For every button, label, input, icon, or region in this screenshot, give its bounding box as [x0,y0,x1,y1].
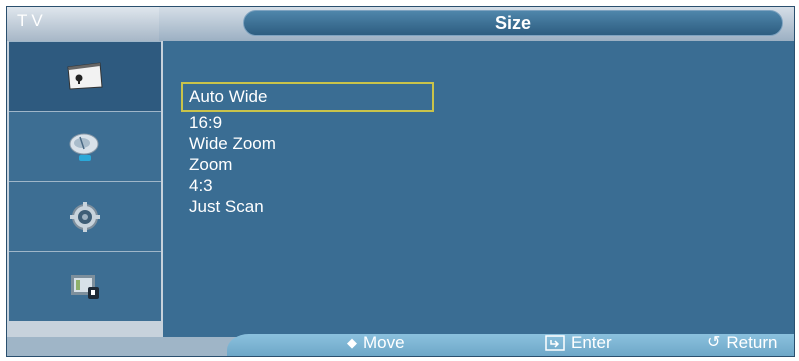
menu-item-16-9[interactable]: 16:9 [183,112,423,133]
picture-icon [67,61,103,90]
return-icon: ↺ [707,334,721,351]
page-title: Size [494,13,532,33]
sidebar-item-setup[interactable] [9,181,161,251]
size-options-list: Auto Wide 16:9 Wide Zoom Zoom 4:3 Just S… [181,82,434,217]
sidebar-item-picture[interactable] [9,41,161,111]
menu-item-4-3[interactable]: 4:3 [183,175,423,196]
setup-gear-icon [70,201,100,232]
sidebar-item-channel[interactable] [9,111,161,181]
sidebar-item-input[interactable] [9,251,161,321]
title-bar: Size [243,10,783,36]
menu-item-wide-zoom[interactable]: Wide Zoom [183,133,423,154]
menu-item-just-scan[interactable]: Just Scan [183,196,423,217]
tv-osd-menu: TV Size Auto Wide 16:9 Wide Zoom Zoom 4:… [6,6,795,357]
return-hint: ↺ Return [707,332,777,354]
header: TV Size [7,7,794,41]
source-label: TV [7,7,159,41]
menu-item-auto-wide[interactable]: Auto Wide [181,82,434,112]
content-panel: Auto Wide 16:9 Wide Zoom Zoom 4:3 Just S… [163,41,794,337]
menu-item-zoom[interactable]: Zoom [183,154,423,175]
enter-label: Enter [571,333,612,352]
button-hint-bar: ◆ Move Enter ↺ Return [227,332,794,356]
input-icon [71,274,99,299]
move-arrows-icon: ◆ [347,335,357,350]
enter-icon [545,335,565,351]
return-label: Return [726,333,778,352]
footer: ◆ Move Enter ↺ Return [7,332,794,356]
move-label: Move [363,333,405,352]
move-hint: ◆ Move [347,332,405,354]
enter-hint: Enter [545,332,612,354]
sidebar [7,41,163,337]
satellite-icon [69,133,99,161]
